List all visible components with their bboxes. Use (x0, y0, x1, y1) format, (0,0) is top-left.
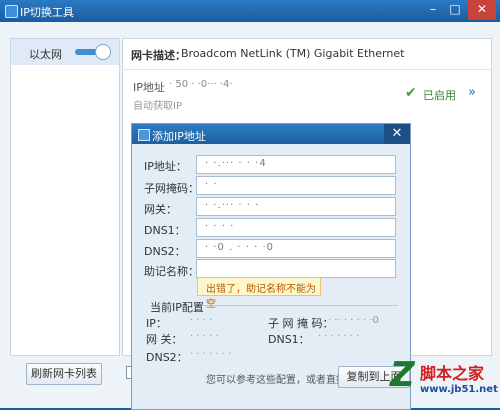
minimize-icon: – (430, 2, 436, 16)
watermark-brand: 脚本之家 (420, 364, 485, 383)
current-mask-label: 子 网 掩 码： (268, 317, 334, 330)
current-dns1-label: DNS1： (268, 333, 310, 346)
mask-field[interactable]: · · (196, 176, 396, 195)
dialog-title: 添加IP地址 (152, 130, 206, 143)
dialog-close-button[interactable]: ✕ (384, 124, 410, 144)
check-icon: ✔ (405, 85, 417, 101)
alias-field-label: 助记名称： (144, 265, 199, 278)
current-ip-label: IP： (146, 317, 167, 330)
window-title: IP切换工具 (20, 6, 74, 19)
close-button[interactable]: ✕ (468, 0, 496, 20)
close-icon: ✕ (391, 126, 403, 141)
dns2-field[interactable]: · ·0 . · · · ·0 (196, 239, 396, 258)
maximize-button[interactable]: □ (444, 0, 466, 20)
add-ip-dialog: 添加IP地址 ✕ IP地址： · ·.··· · · ·4 子网掩码： · · … (131, 123, 411, 410)
app-icon (5, 5, 18, 18)
mask-field-value: · · (205, 179, 218, 190)
mask-field-label: 子网掩码： (144, 182, 199, 195)
gateway-field[interactable]: · ·.··· · · · (196, 197, 396, 216)
hint-text: 您可以参考这些配置，或者直接 (206, 375, 346, 386)
dns1-field-value: · · · · (205, 221, 235, 232)
gateway-field-label: 网关： (144, 203, 177, 216)
minimize-button[interactable]: – (422, 0, 444, 20)
watermark-url: www.jb51.net (420, 384, 498, 395)
current-dns2-value: · · · · · · · (190, 349, 232, 360)
current-gateway-value: · · · · · (190, 331, 219, 342)
nic-desc-label: 网卡描述： (131, 49, 186, 62)
gateway-field-value: · ·.··· · · · (205, 200, 260, 211)
toggle-knob[interactable] (95, 44, 111, 60)
ip-value: · 50 · ·0··· ·4· (169, 79, 233, 90)
current-dns1-value: · · · · · · · (318, 331, 360, 342)
current-gateway-label: 网 关： (146, 333, 183, 346)
auto-ip-label: 自动获取IP (133, 101, 182, 112)
dns2-field-label: DNS2： (144, 245, 186, 258)
ip-field[interactable]: · ·.··· · · ·4 (196, 155, 396, 174)
title-bar: IP切换工具 – □ ✕ (0, 0, 500, 22)
status-badge: 已启用 (423, 89, 456, 102)
expand-icon[interactable]: » (468, 85, 476, 100)
ip-field-value: · ·.··· · · ·4 (205, 158, 267, 169)
alias-field[interactable] (196, 259, 396, 278)
ip-label: IP地址 (133, 81, 165, 94)
current-config-title: 当前IP配置 (150, 301, 204, 314)
current-ip-value: · · · · (190, 315, 213, 326)
close-icon: ✕ (476, 2, 488, 16)
sidebar-item-label: 以太网 (29, 48, 62, 61)
error-tooltip: 出错了，助记名称不能为空 (197, 277, 321, 310)
dialog-icon (138, 129, 150, 141)
maximize-icon: □ (449, 2, 461, 16)
nic-desc-value: Broadcom NetLink (TM) Gigabit Ethernet (181, 47, 405, 60)
ip-field-label: IP地址： (144, 160, 187, 173)
dialog-title-bar: 添加IP地址 ✕ (132, 124, 410, 144)
watermark-logo: Z (390, 355, 415, 395)
divider (123, 69, 491, 70)
refresh-adapters-button[interactable]: 刷新网卡列表 (26, 363, 102, 385)
dns1-field-label: DNS1： (144, 224, 186, 237)
dns2-field-value: · ·0 . · · · ·0 (205, 242, 275, 253)
sidebar-item-ethernet[interactable]: 以太网 (11, 39, 119, 65)
dns1-field[interactable]: · · · · (196, 218, 396, 237)
adapter-sidebar: 以太网 (10, 38, 120, 356)
current-dns2-label: DNS2： (146, 351, 188, 364)
section-divider (202, 305, 398, 306)
current-mask-value: · ·· · · · · ·0 (328, 315, 379, 326)
